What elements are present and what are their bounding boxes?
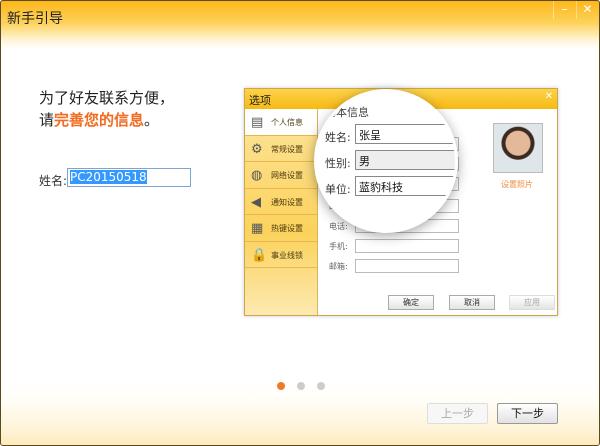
sidebar-label: 常规设置 (271, 144, 303, 154)
illustration-sidebar-item: ▤ 个人信息 (245, 109, 317, 136)
name-value: PC20150518 (70, 170, 147, 184)
illustration-field-label: 电话: (329, 222, 348, 231)
illustration-sidebar-item: ◍ 网络设置 (245, 162, 317, 189)
intro-prefix: 请 (39, 111, 55, 129)
illustration-field-box (355, 239, 459, 253)
intro-line1: 为了好友联系方便， (39, 89, 175, 107)
illustration-sidebar: ▤ 个人信息 ⚙ 常规设置 ◍ 网络设置 ◀ 通知设置 ▦ 热键设置 🔒 事业线锁 (245, 109, 318, 315)
close-button[interactable]: ✕ (576, 1, 598, 19)
illustration-sidebar-item: ⚙ 常规设置 (245, 136, 317, 162)
intro-highlight: 完善您的信息 (54, 111, 145, 129)
id-card-icon: ▤ (251, 115, 264, 130)
illustration-ok-button: 确定 (388, 295, 434, 310)
illustration-close-icon: ✕ (544, 91, 553, 102)
keyboard-icon: ▦ (251, 221, 264, 236)
page-dot[interactable] (317, 382, 325, 390)
illustration-field-box (355, 259, 459, 273)
illustration-photo (493, 123, 543, 173)
illustration-apply-button: 应用 (509, 295, 555, 310)
page-indicator (277, 375, 337, 394)
intro-suffix: 。 (144, 111, 160, 129)
globe-icon: ◍ (251, 168, 263, 183)
magnifier-lens: 基本信息 姓名: 张呈 性别: 男 单位: 蓝豹科技 (314, 89, 458, 233)
illustration-sidebar-item: 🔒 事业线锁 (245, 242, 317, 268)
window-title: 新手引导 (7, 11, 63, 27)
illustration-cancel-button: 取消 (449, 295, 495, 310)
sidebar-label: 事业线锁 (271, 250, 303, 260)
page-dot[interactable] (297, 382, 305, 390)
lock-icon: 🔒 (251, 247, 268, 263)
sidebar-label: 热键设置 (271, 224, 303, 233)
illustration-section-title: 基本信息 (325, 106, 369, 119)
sidebar-label: 网络设置 (271, 171, 303, 180)
next-button[interactable]: 下一步 (497, 403, 558, 424)
intro-line2: 请完善您的信息。 (39, 109, 159, 130)
illustration-field-label: 性别: (325, 157, 351, 170)
illustration-field-value: 蓝豹科技 (355, 176, 455, 196)
illustration-field-value: 张呈 (355, 124, 455, 144)
illustration-sidebar-item: ◀ 通知设置 (245, 189, 317, 215)
guide-window: 新手引导 – ✕ 为了好友联系方便， 请完善您的信息。 姓名: PC201505… (0, 0, 600, 446)
name-label: 姓名: (39, 174, 68, 188)
illustration-field-value: 男 (355, 150, 455, 170)
sidebar-label: 通知设置 (271, 197, 303, 207)
gear-icon: ⚙ (251, 141, 263, 157)
speaker-icon: ◀ (251, 194, 261, 210)
minimize-button[interactable]: – (553, 1, 575, 19)
sidebar-label: 个人信息 (271, 118, 303, 127)
prev-button[interactable]: 上一步 (427, 403, 488, 424)
illustration-photo-link: 设置照片 (501, 180, 533, 189)
illustration-field-label: 姓名: (325, 131, 351, 144)
illustration-field-label: 单位: (325, 183, 351, 196)
name-input[interactable]: PC20150518 (67, 168, 191, 187)
illustration-sidebar-item: ▦ 热键设置 (245, 215, 317, 242)
illustration-field-label: 手机: (329, 242, 348, 251)
illustration-field-label: 邮箱: (329, 262, 348, 271)
page-dot-active[interactable] (277, 382, 285, 390)
